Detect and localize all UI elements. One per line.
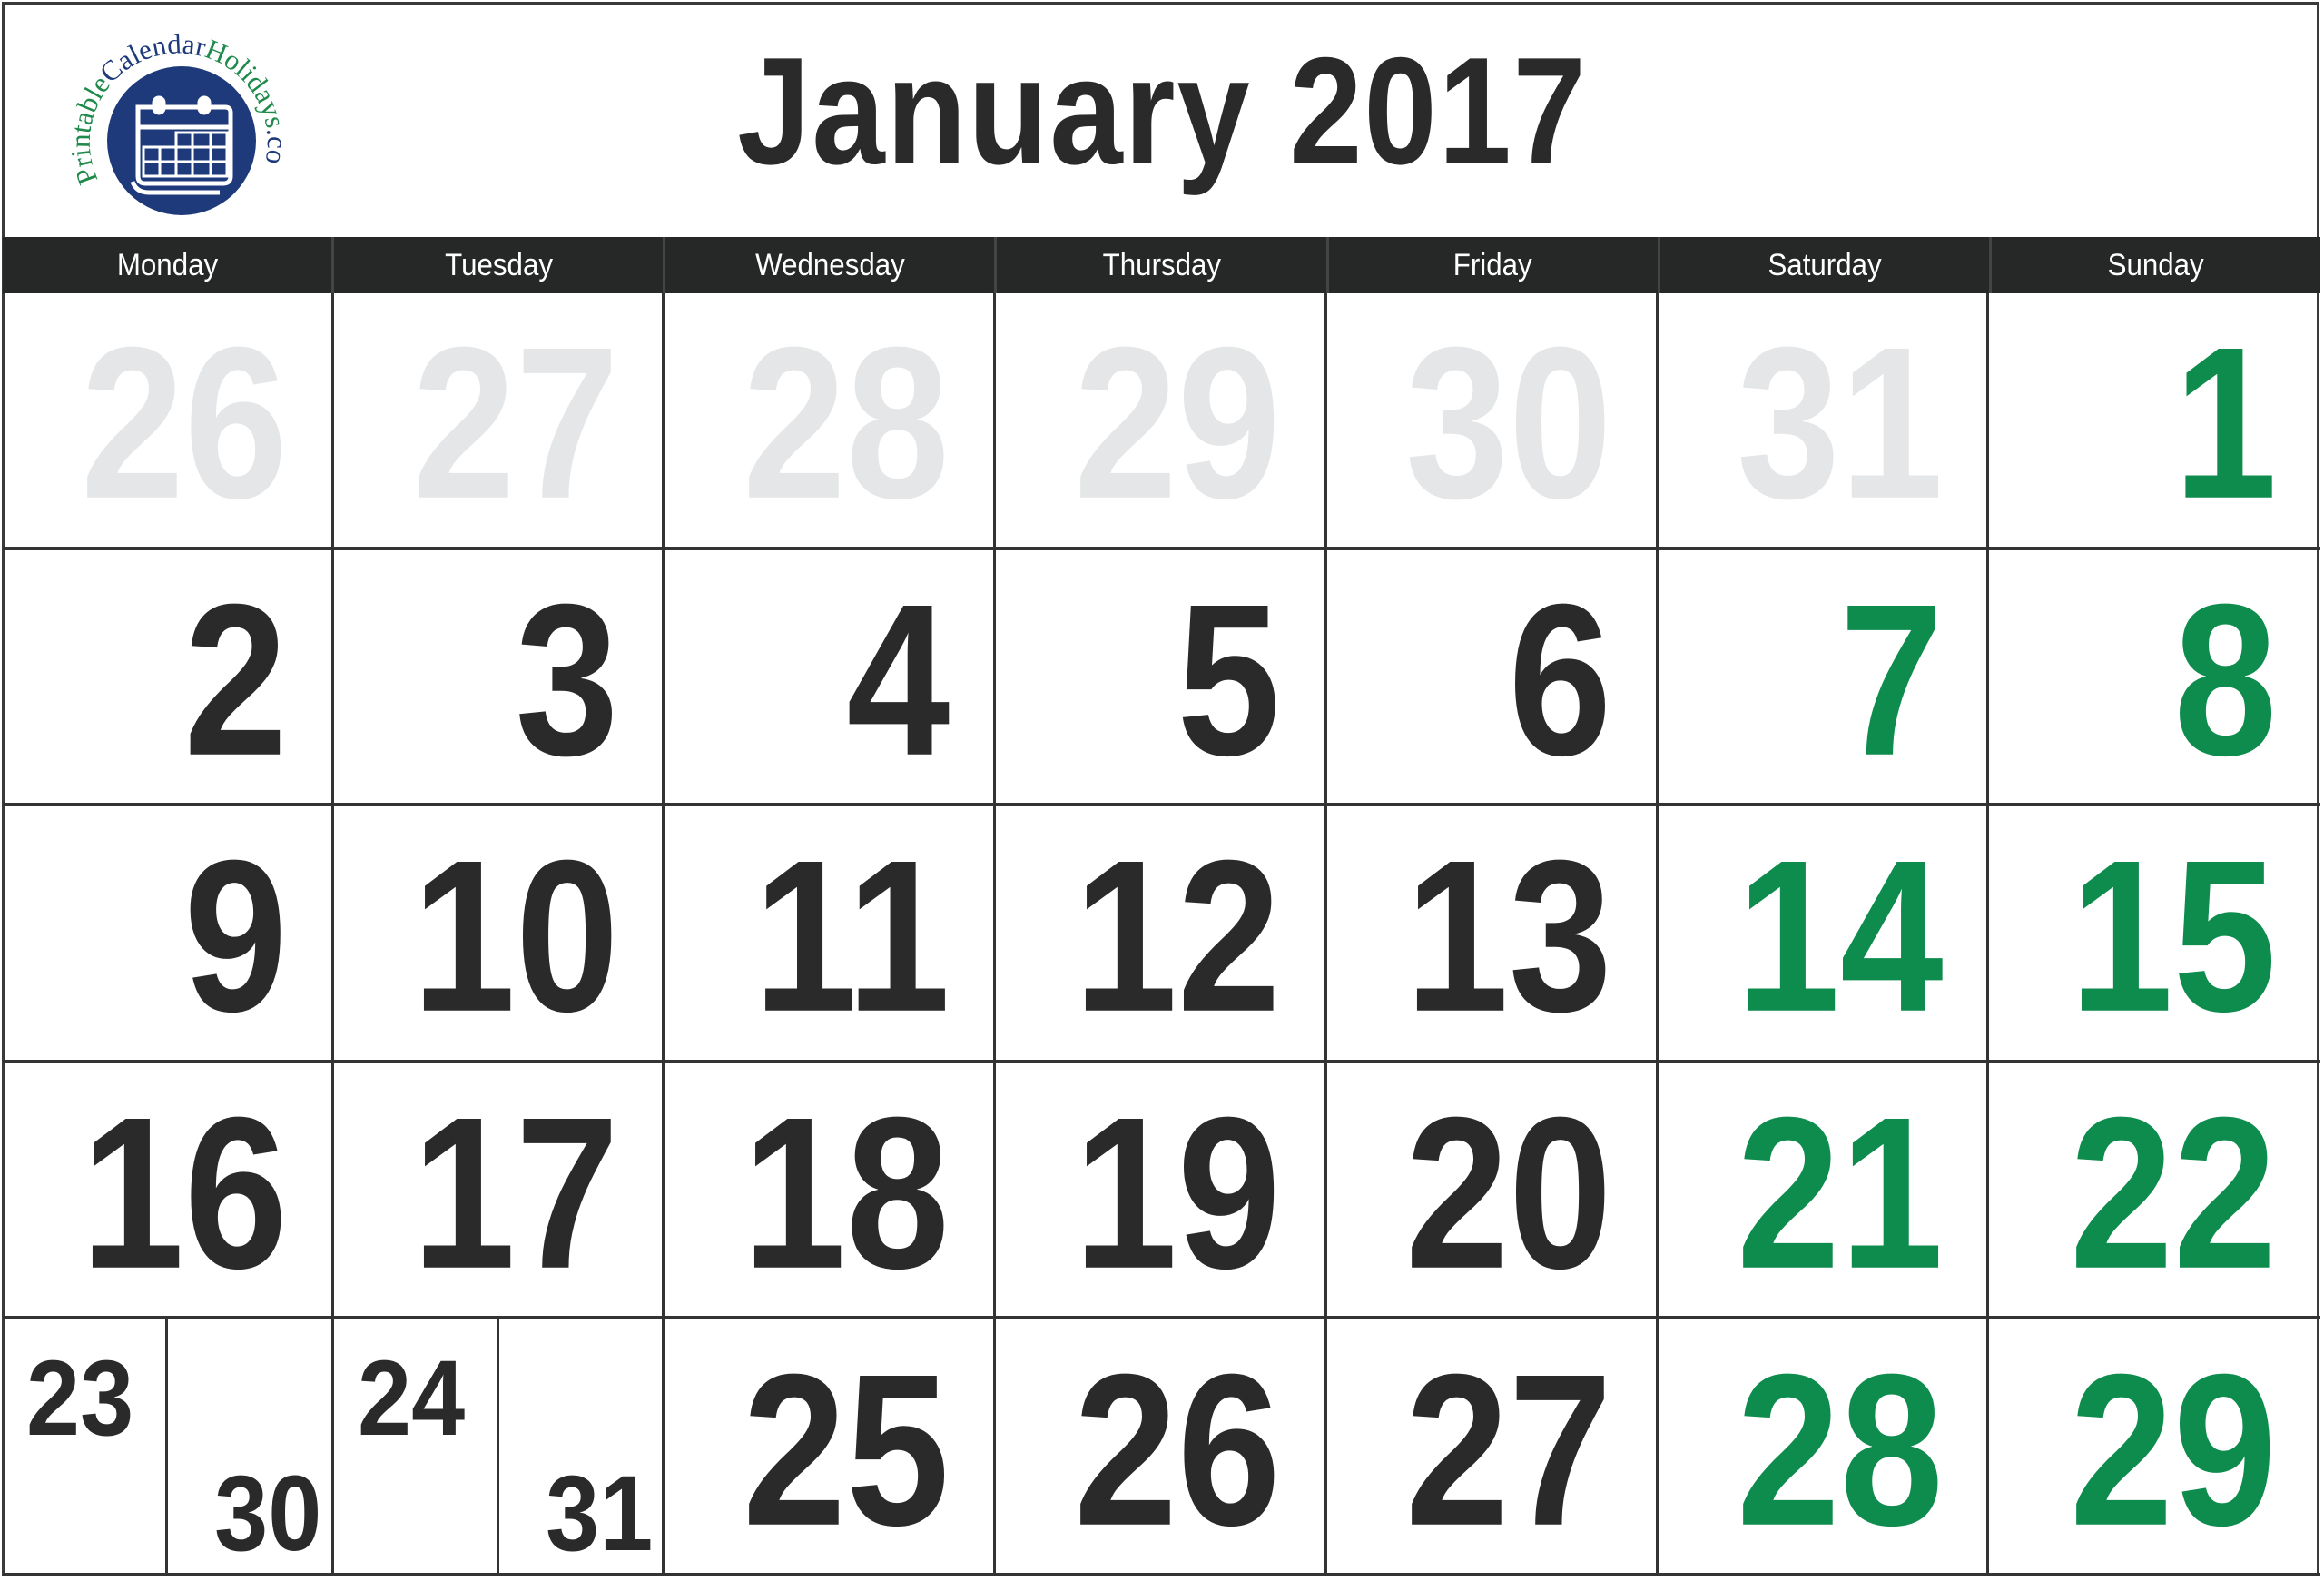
day-cell[interactable]: 8 xyxy=(1989,550,2320,807)
day-number: 31 xyxy=(546,1454,654,1574)
weekday-monday: Monday xyxy=(3,237,331,293)
weekday-label: Saturday xyxy=(1768,248,1882,282)
other-month-day-number: 28 xyxy=(743,303,950,545)
day-cell[interactable]: 27 xyxy=(333,293,665,550)
day-cell[interactable]: 20 xyxy=(1326,1062,1659,1320)
day-number: 30 xyxy=(214,1454,322,1574)
weekday-label: Sunday xyxy=(2107,248,2204,282)
other-month-day-number: 26 xyxy=(81,303,288,545)
day-cell[interactable]: 19 xyxy=(996,1062,1327,1320)
day-number: 11 xyxy=(753,816,950,1058)
day-cell[interactable]: 21 xyxy=(1658,1062,1990,1320)
other-month-day-number: 31 xyxy=(1736,303,1944,545)
weekday-wednesday: Wednesday xyxy=(663,237,994,293)
weekday-label: Wednesday xyxy=(755,248,905,282)
day-cell[interactable]: 26 xyxy=(3,293,334,550)
day-cell[interactable]: 29 xyxy=(1989,1319,2320,1576)
day-cell[interactable]: 28 xyxy=(665,293,997,550)
day-cell[interactable]: 11 xyxy=(665,806,997,1063)
split-half[interactable]: 31 xyxy=(497,1319,662,1573)
calendar-header: PrintableCalendarHolidays.com January 20… xyxy=(0,0,2324,237)
weekend-day-number: 8 xyxy=(2173,559,2277,801)
day-number: 27 xyxy=(1404,1329,1612,1571)
other-month-day-number: 27 xyxy=(411,303,619,545)
day-cell[interactable]: 2 xyxy=(3,549,334,807)
day-number: 18 xyxy=(743,1072,950,1314)
day-cell[interactable]: 26 xyxy=(996,1319,1327,1576)
weekend-day-number: 1 xyxy=(2173,303,2277,545)
day-number: 6 xyxy=(1508,559,1612,801)
weekend-day-number: 15 xyxy=(2070,816,2277,1058)
day-number: 19 xyxy=(1074,1072,1281,1314)
day-cell[interactable]: 14 xyxy=(1658,806,1990,1063)
day-cell[interactable]: 17 xyxy=(333,1062,665,1320)
day-number: 10 xyxy=(411,816,619,1058)
day-cell[interactable]: 7 xyxy=(1658,549,1990,807)
day-cell[interactable]: 9 xyxy=(3,806,334,1063)
day-cell[interactable]: 3 xyxy=(333,549,665,807)
month-title: January 2017 xyxy=(0,35,2324,187)
day-number: 3 xyxy=(515,559,619,801)
weekday-thursday: Thursday xyxy=(994,237,1325,293)
day-cell[interactable]: 30 xyxy=(1326,293,1659,550)
day-cell[interactable]: 6 xyxy=(1326,549,1659,807)
day-cell[interactable]: 23 30 xyxy=(3,1319,334,1576)
split-half[interactable]: 24 xyxy=(334,1319,497,1573)
day-number: 16 xyxy=(81,1072,288,1314)
day-cell[interactable]: 28 xyxy=(1658,1319,1990,1576)
day-number: 5 xyxy=(1177,559,1281,801)
day-cell[interactable]: 4 xyxy=(665,549,997,807)
weekday-tuesday: Tuesday xyxy=(331,237,663,293)
day-number: 13 xyxy=(1404,816,1612,1058)
weekday-friday: Friday xyxy=(1325,237,1658,293)
day-cell[interactable]: 5 xyxy=(996,549,1327,807)
split-half[interactable]: 30 xyxy=(165,1319,330,1573)
calendar-grid: 26 27 28 29 30 31 1 2 3 4 5 6 7 8 9 10 11 12 13 14 15 16 17 18 1… xyxy=(3,293,2320,1576)
day-cell[interactable]: 10 xyxy=(333,806,665,1063)
day-number: 4 xyxy=(846,559,950,801)
day-cell[interactable]: 16 xyxy=(3,1062,334,1320)
day-cell[interactable]: 31 xyxy=(1658,293,1990,550)
weekend-day-number: 7 xyxy=(1839,559,1944,801)
weekday-label: Thursday xyxy=(1102,248,1221,282)
day-cell[interactable]: 12 xyxy=(996,806,1327,1063)
other-month-day-number: 30 xyxy=(1404,303,1612,545)
weekday-saturday: Saturday xyxy=(1657,237,1989,293)
day-number: 9 xyxy=(183,816,288,1058)
day-number: 26 xyxy=(1074,1329,1281,1571)
day-cell[interactable]: 29 xyxy=(996,293,1327,550)
other-month-day-number: 29 xyxy=(1074,303,1281,545)
day-number: 20 xyxy=(1404,1072,1612,1314)
weekday-header: Monday Tuesday Wednesday Thursday Friday Satu… xyxy=(3,237,2320,293)
day-cell[interactable]: 13 xyxy=(1326,806,1659,1063)
month-title-text: January 2017 xyxy=(736,25,1588,196)
split-half[interactable]: 23 xyxy=(3,1319,165,1573)
split-day-cell: 24 31 xyxy=(334,1319,663,1573)
weekday-label: Friday xyxy=(1453,248,1533,282)
day-number: 25 xyxy=(743,1329,950,1571)
weekday-label: Monday xyxy=(116,248,218,282)
day-cell[interactable]: 15 xyxy=(1989,806,2320,1063)
weekend-day-number: 29 xyxy=(2070,1329,2277,1571)
weekday-sunday: Sunday xyxy=(1988,237,2320,293)
weekend-day-number: 28 xyxy=(1736,1329,1944,1571)
day-cell[interactable]: 22 xyxy=(1989,1063,2320,1320)
day-cell[interactable]: 25 xyxy=(665,1319,997,1576)
day-cell[interactable]: 27 xyxy=(1326,1319,1659,1576)
weekday-label: Tuesday xyxy=(444,248,553,282)
day-number: 17 xyxy=(411,1072,619,1314)
split-day-cell: 23 30 xyxy=(3,1319,331,1573)
day-number: 24 xyxy=(357,1339,465,1459)
weekend-day-number: 22 xyxy=(2070,1072,2277,1314)
day-cell[interactable]: 18 xyxy=(665,1062,997,1320)
day-cell[interactable]: 24 31 xyxy=(333,1319,665,1576)
day-number: 2 xyxy=(183,559,288,801)
day-number: 12 xyxy=(1074,816,1281,1058)
weekend-day-number: 21 xyxy=(1736,1072,1944,1314)
day-cell[interactable]: 1 xyxy=(1989,293,2320,550)
weekend-day-number: 14 xyxy=(1736,816,1944,1058)
day-number: 23 xyxy=(26,1339,134,1459)
